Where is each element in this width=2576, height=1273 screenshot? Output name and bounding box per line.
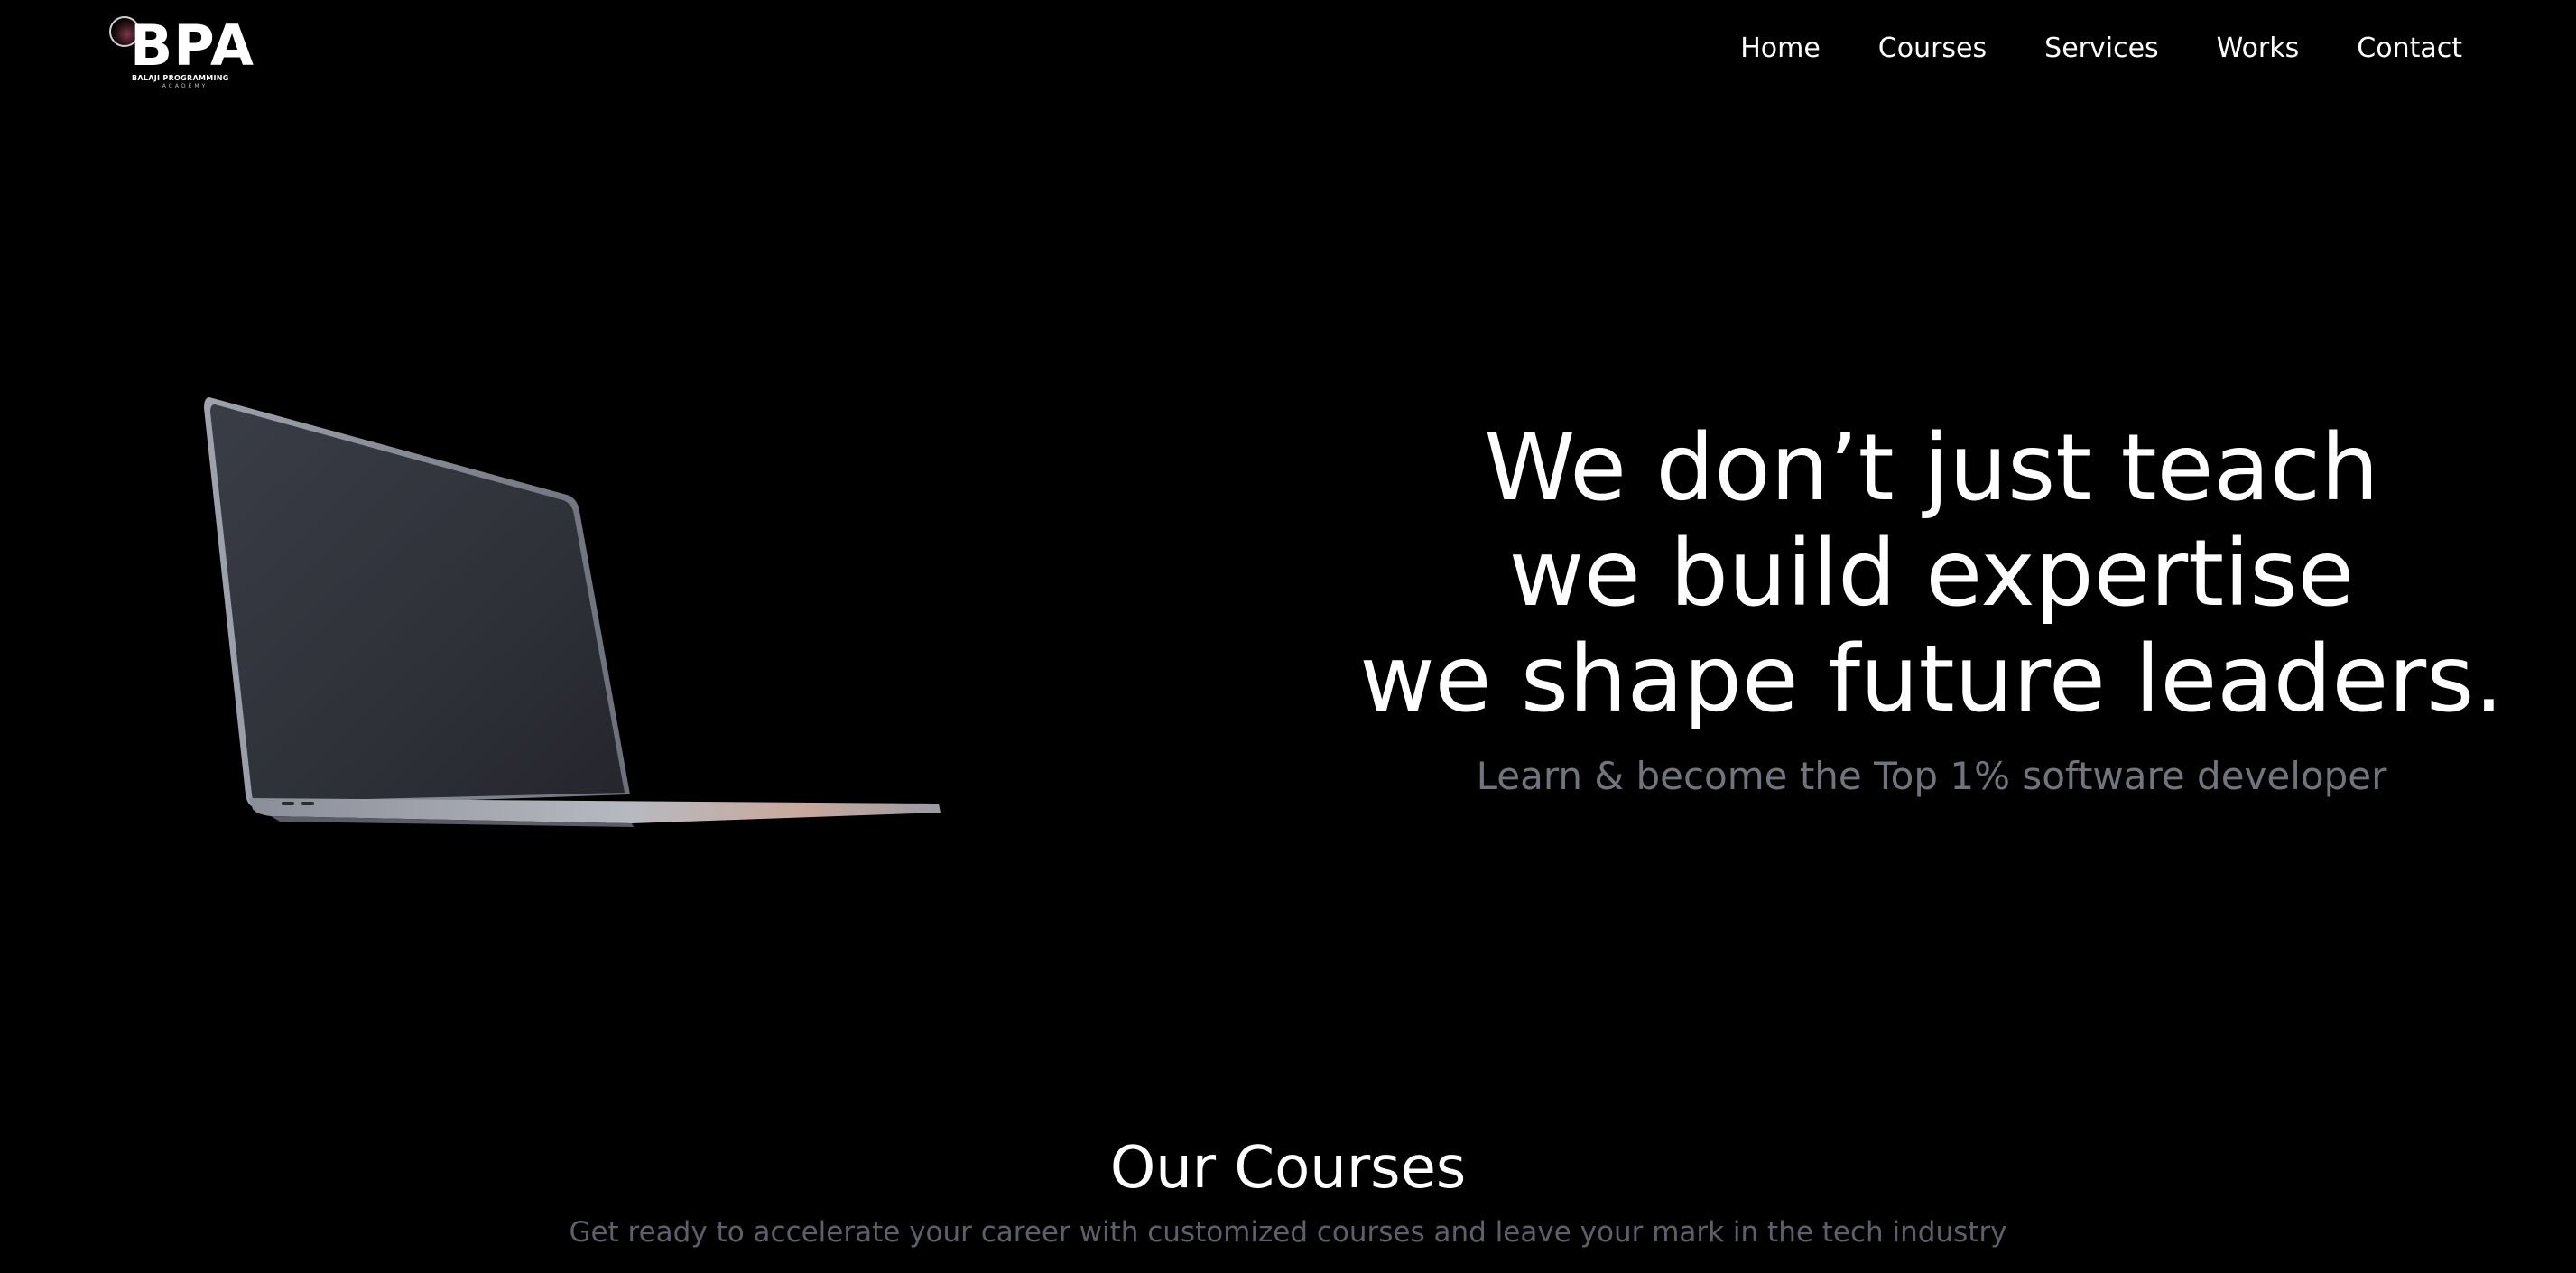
nav-works[interactable]: Works bbox=[2217, 31, 2300, 67]
courses-subtitle: Get ready to accelerate your career with… bbox=[569, 1216, 2007, 1249]
courses-title: Our Courses bbox=[1109, 1135, 1467, 1202]
nav-contact[interactable]: Contact bbox=[2357, 31, 2462, 67]
hero-tagline: Learn & become the Top 1% software devel… bbox=[1476, 754, 2387, 798]
nav-courses[interactable]: Courses bbox=[1878, 31, 1987, 67]
courses-section: Our Courses Get ready to accelerate your… bbox=[0, 1132, 2576, 1253]
nav-home[interactable]: Home bbox=[1740, 31, 1821, 67]
laptop-illustration bbox=[204, 397, 941, 827]
hero-headline: We don’t just teach we build expertise w… bbox=[1354, 415, 2509, 732]
hero-headline-line-2: we build expertise bbox=[1508, 520, 2355, 627]
hero-headline-line-1: We don’t just teach bbox=[1484, 414, 2379, 522]
hero-headline-line-3: we shape future leaders. bbox=[1359, 626, 2504, 733]
landing-page: BPA BALAJI PROGRAMMING ACADEMY Home Cour… bbox=[0, 0, 2576, 1273]
nav-services[interactable]: Services bbox=[2044, 31, 2159, 67]
hero-section: We don’t just teach we build expertise w… bbox=[1354, 415, 2509, 801]
main-nav: Home Courses Services Works Contact bbox=[1682, 31, 2462, 67]
